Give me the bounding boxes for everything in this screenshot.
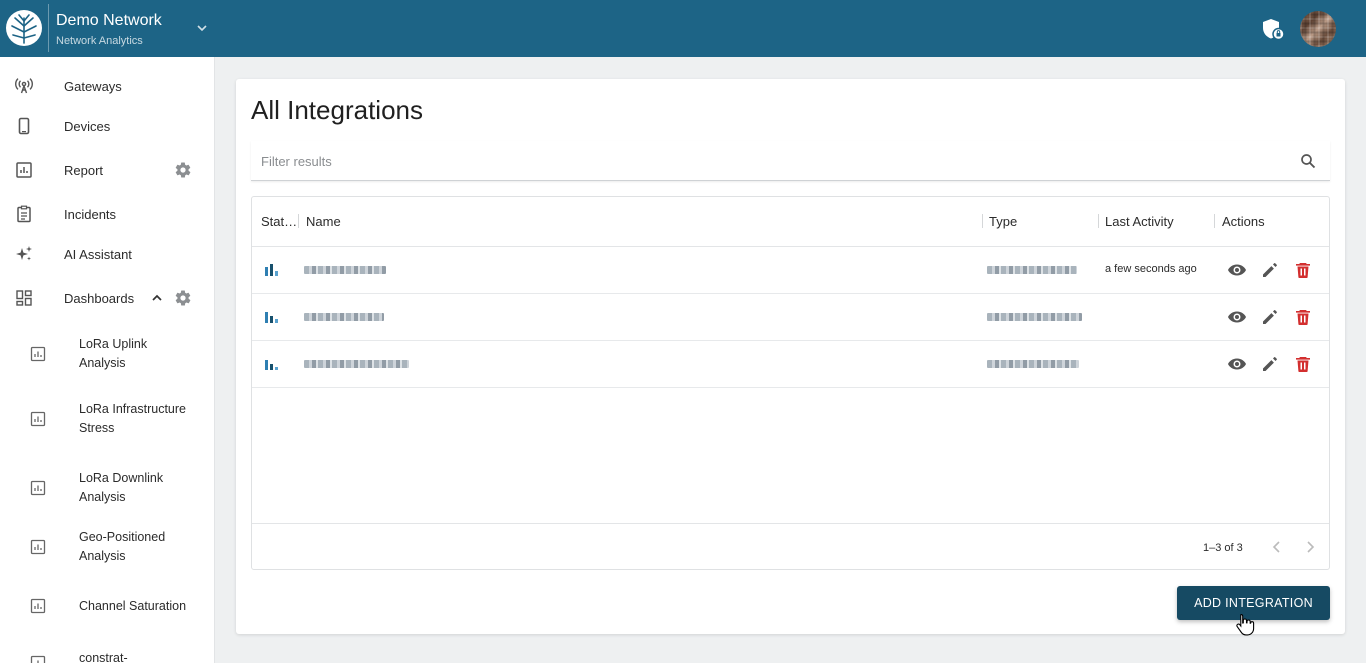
sidebar-item-devices[interactable]: Devices <box>0 106 214 146</box>
incidents-icon <box>14 204 34 224</box>
column-header-status[interactable]: Stat… <box>261 214 297 229</box>
search-icon[interactable] <box>1300 153 1316 169</box>
page-title: All Integrations <box>251 95 423 125</box>
chevron-up-icon[interactable] <box>149 290 165 306</box>
hand-pointer-cursor-icon <box>1236 613 1255 636</box>
dashboard-item-label: Channel Saturation <box>79 598 187 613</box>
dashboard-chart-icon <box>30 655 46 663</box>
dashboard-item[interactable]: Geo-Positioned Analysis <box>0 527 214 567</box>
table-footer: 1–3 of 3 <box>252 523 1329 569</box>
table-header: Stat… Name Type Last Activity Actions <box>252 197 1329 247</box>
dashboard-item-label: LoRa Uplink Analysis <box>79 337 148 370</box>
delete-trash-icon[interactable] <box>1293 307 1313 327</box>
integration-type-redacted <box>987 360 1079 368</box>
integration-name-redacted <box>304 266 386 274</box>
sidebar-item-incidents[interactable]: Incidents <box>0 194 214 234</box>
report-settings-gear-icon[interactable] <box>174 161 192 179</box>
user-avatar[interactable] <box>1300 11 1336 47</box>
table-row[interactable] <box>252 341 1329 388</box>
integration-name-redacted <box>304 360 409 368</box>
dashboard-item[interactable]: LoRa Infrastructure Stress <box>0 390 214 448</box>
filter-input[interactable] <box>261 151 1261 171</box>
chevron-left-icon[interactable] <box>1268 538 1286 556</box>
filter-bar <box>251 141 1330 181</box>
sidebar-item-ai-assistant[interactable]: AI Assistant <box>0 234 214 274</box>
dashboard-item-label: LoRa Downlink Analysis <box>79 471 164 504</box>
column-separator[interactable] <box>982 214 983 228</box>
column-header-name[interactable]: Name <box>306 214 341 229</box>
integration-type-redacted <box>987 266 1077 274</box>
integrations-table: Stat… Name Type Last Activity Actions a … <box>251 196 1330 570</box>
integration-type-icon <box>265 264 278 276</box>
sidebar-item-label: Devices <box>64 118 111 134</box>
chevron-down-icon[interactable] <box>194 20 210 36</box>
column-separator[interactable] <box>1214 214 1215 228</box>
integration-type-icon <box>265 312 278 323</box>
column-header-actions: Actions <box>1222 214 1265 229</box>
sidebar-item-label: AI Assistant <box>64 246 132 262</box>
chevron-right-icon[interactable] <box>1301 538 1319 556</box>
gateway-icon <box>14 76 34 96</box>
view-eye-icon[interactable] <box>1227 354 1247 374</box>
leaf-logo-icon[interactable] <box>6 10 42 46</box>
sidebar-item-report[interactable]: Report <box>0 150 214 190</box>
integration-type-icon <box>265 360 278 370</box>
sidebar-item-label: Incidents <box>64 206 117 222</box>
column-header-type[interactable]: Type <box>989 214 1017 229</box>
sidebar-item-label: Report <box>64 162 104 178</box>
integration-type-redacted <box>987 313 1082 321</box>
sidebar-item-label: Gateways <box>64 78 122 94</box>
top-app-bar: Demo Network Network Analytics <box>0 0 1366 57</box>
dashboard-item[interactable]: LoRa Uplink Analysis <box>0 334 214 374</box>
delete-trash-icon[interactable] <box>1293 260 1313 280</box>
network-name[interactable]: Demo Network <box>56 12 162 30</box>
integration-name-redacted <box>304 313 384 321</box>
column-header-last-activity[interactable]: Last Activity <box>1105 214 1174 229</box>
integrations-card: All Integrations Stat… Name Type Last Ac… <box>236 79 1345 634</box>
sidebar: Gateways Devices Report Incidents AI Ass… <box>0 57 215 663</box>
dashboard-chart-icon <box>30 411 46 427</box>
dashboard-chart-icon <box>30 480 46 496</box>
dashboard-icon <box>14 288 34 308</box>
header-divider <box>48 4 49 52</box>
dashboard-chart-icon <box>30 346 46 362</box>
table-row[interactable] <box>252 294 1329 341</box>
dashboard-item-label: Geo-Positioned Analysis <box>79 530 166 563</box>
pagination-range: 1–3 of 3 <box>1203 542 1243 554</box>
column-separator[interactable] <box>1098 214 1099 228</box>
view-eye-icon[interactable] <box>1227 260 1247 280</box>
sparkle-icon <box>14 244 34 264</box>
column-separator[interactable] <box>298 214 299 228</box>
security-shield-icon[interactable] <box>1260 16 1286 42</box>
sidebar-item-dashboards[interactable]: Dashboards <box>0 278 214 318</box>
view-eye-icon[interactable] <box>1227 307 1247 327</box>
delete-trash-icon[interactable] <box>1293 354 1313 374</box>
dashboard-item[interactable]: Channel Saturation <box>0 586 214 626</box>
dashboard-item-label: LoRa Infrastructure Stress <box>79 402 186 435</box>
table-row[interactable]: a few seconds ago <box>252 247 1329 294</box>
edit-pencil-icon[interactable] <box>1260 260 1280 280</box>
dashboard-item[interactable]: constrat- <box>0 647 214 663</box>
network-subtitle: Network Analytics <box>56 35 143 47</box>
sidebar-item-label: Dashboards <box>64 290 135 306</box>
dashboards-settings-gear-icon[interactable] <box>174 289 192 307</box>
dashboard-item-label: constrat- <box>79 651 128 663</box>
edit-pencil-icon[interactable] <box>1260 354 1280 374</box>
last-activity: a few seconds ago <box>1105 263 1197 275</box>
report-icon <box>14 160 34 180</box>
sidebar-item-gateways[interactable]: Gateways <box>0 66 214 106</box>
edit-pencil-icon[interactable] <box>1260 307 1280 327</box>
dashboard-item[interactable]: LoRa Downlink Analysis <box>0 468 214 508</box>
dashboard-chart-icon <box>30 539 46 555</box>
dashboard-chart-icon <box>30 598 46 614</box>
device-icon <box>14 116 34 136</box>
